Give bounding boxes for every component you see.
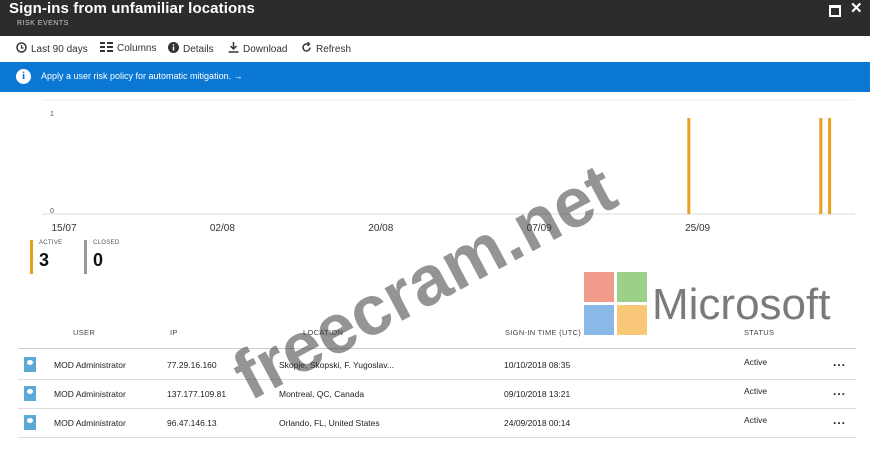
- info-icon: [168, 42, 179, 56]
- active-counter[interactable]: ACTIVE 3: [30, 240, 90, 274]
- active-indicator: [30, 240, 33, 274]
- closed-counter[interactable]: CLOSED 0: [84, 240, 144, 274]
- refresh-button[interactable]: Refresh: [301, 41, 352, 56]
- cell-status: Active: [744, 357, 768, 367]
- maximize-button[interactable]: [829, 5, 841, 17]
- download-label: Download: [243, 43, 288, 55]
- columns-label: Columns: [117, 43, 157, 54]
- microsoft-logo: [584, 272, 648, 336]
- user-icon: [24, 357, 36, 372]
- cell-status: Active: [744, 386, 768, 396]
- cell-ip: 137.177.109.81: [167, 389, 227, 399]
- microsoft-logo-text: Microsoft: [652, 280, 831, 329]
- cell-location: Orlando, FL, United States: [279, 418, 380, 428]
- event-bar[interactable]: [687, 118, 691, 214]
- last-90-days-button[interactable]: Last 90 days: [16, 42, 88, 56]
- column-header-user[interactable]: USER: [73, 328, 95, 337]
- table-row[interactable]: MOD Administrator 96.47.146.13 Orlando, …: [18, 409, 856, 438]
- details-label: Details: [183, 43, 214, 55]
- refresh-icon: [301, 41, 312, 56]
- title-bar: Sign-ins from unfamiliar locations RISK …: [0, 0, 870, 36]
- cell-time: 10/10/2018 08:35: [504, 360, 571, 370]
- header-divider: [18, 348, 856, 349]
- close-button[interactable]: ✕: [850, 1, 863, 16]
- y-tick-label: 1: [50, 111, 54, 118]
- active-count: 3: [39, 250, 50, 270]
- x-tick-label: 15/07: [51, 223, 76, 234]
- last-90-days-label: Last 90 days: [31, 43, 88, 55]
- cell-time: 24/09/2018 00:14: [504, 418, 571, 428]
- y-tick-label: 0: [50, 208, 54, 215]
- cell-user: MOD Administrator: [54, 360, 126, 370]
- download-button[interactable]: Download: [228, 42, 287, 56]
- cell-time: 09/10/2018 13:21: [504, 389, 571, 399]
- more-options-icon[interactable]: ...: [833, 355, 846, 369]
- cell-ip: 77.29.16.160: [167, 360, 217, 370]
- event-bar[interactable]: [819, 118, 823, 214]
- policy-banner[interactable]: i Apply a user risk policy for automatic…: [0, 62, 870, 92]
- cell-ip: 96.47.146.13: [167, 418, 217, 428]
- info-icon: i: [16, 69, 31, 84]
- x-tick-label: 20/08: [368, 223, 393, 234]
- refresh-label: Refresh: [316, 43, 352, 55]
- user-icon: [24, 386, 36, 401]
- columns-icon: [100, 42, 113, 55]
- blade-title: Sign-ins from unfamiliar locations: [9, 0, 255, 17]
- download-icon: [228, 42, 239, 56]
- column-header-ip[interactable]: IP: [170, 328, 178, 337]
- more-options-icon[interactable]: ...: [833, 384, 846, 398]
- table-row[interactable]: MOD Administrator 137.177.109.81 Montrea…: [18, 380, 856, 409]
- clock-icon: [16, 42, 27, 56]
- details-button[interactable]: Details: [168, 42, 214, 56]
- closed-label: CLOSED: [93, 240, 120, 246]
- banner-link[interactable]: Apply a user risk policy for automatic m…: [41, 71, 243, 81]
- more-options-icon[interactable]: ...: [833, 413, 846, 427]
- column-header-sign-in-time[interactable]: SIGN-IN TIME (UTC): [505, 328, 581, 337]
- x-tick-label: 02/08: [210, 223, 235, 234]
- table-row[interactable]: MOD Administrator 77.29.16.160 Skopje, S…: [18, 351, 856, 380]
- risk-events-chart: 1 0 15/07 02/08 20/08 07/09 25/09: [42, 99, 855, 234]
- toolbar: Last 90 days Columns Details Download Re…: [0, 36, 870, 62]
- x-tick-label: 25/09: [685, 223, 710, 234]
- cell-user: MOD Administrator: [54, 418, 126, 428]
- columns-button[interactable]: Columns: [100, 42, 156, 55]
- user-icon: [24, 415, 36, 430]
- closed-count: 0: [93, 250, 104, 270]
- cell-status: Active: [744, 415, 768, 425]
- event-bar[interactable]: [828, 118, 832, 214]
- active-label: ACTIVE: [39, 240, 63, 246]
- blade-subtitle: RISK EVENTS: [17, 20, 69, 27]
- closed-indicator: [84, 240, 87, 274]
- cell-user: MOD Administrator: [54, 389, 126, 399]
